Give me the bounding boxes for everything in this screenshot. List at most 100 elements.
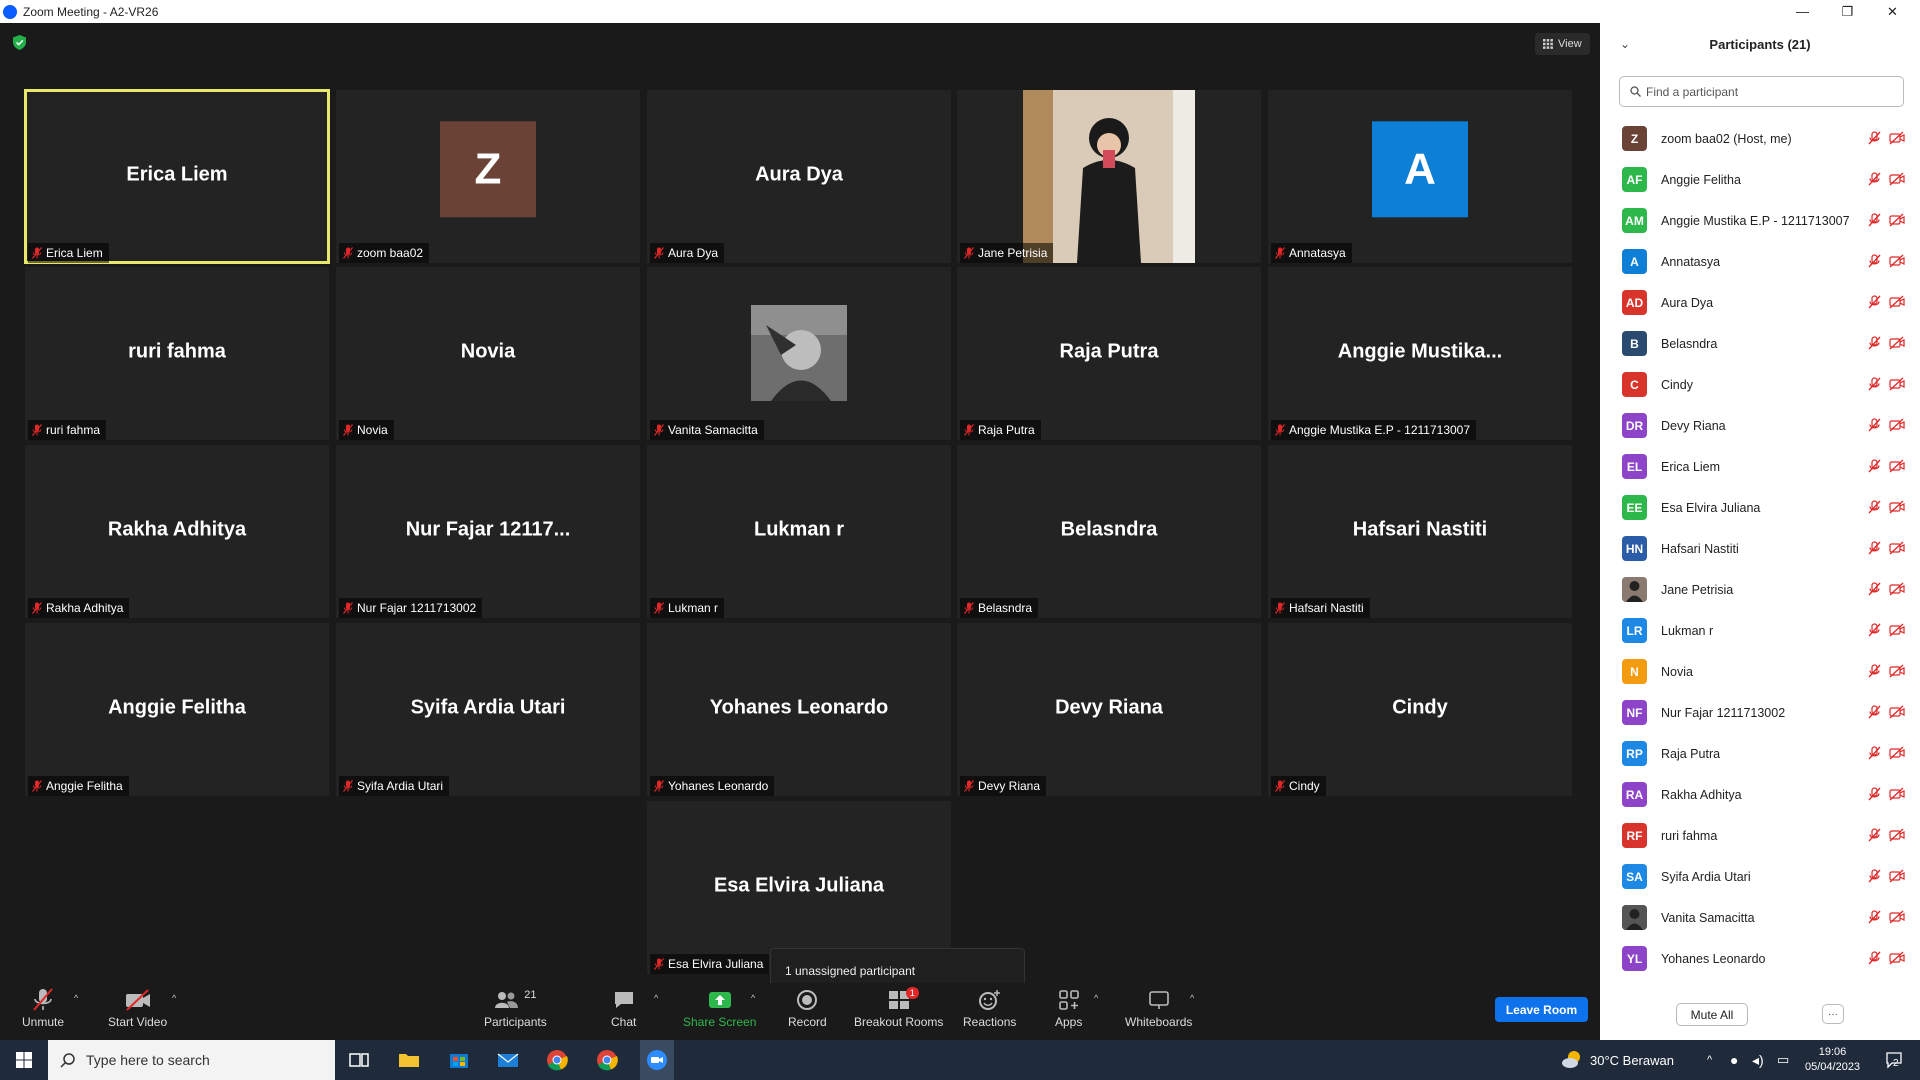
participants-button[interactable]: 21 Participants [484, 987, 547, 1029]
video-tile[interactable]: Anggie Felitha Anggie Felitha [25, 623, 329, 796]
mic-off-icon[interactable] [1868, 459, 1881, 473]
participant-row[interactable]: HN Hafsari Nastiti [1600, 528, 1920, 569]
video-tile[interactable]: Devy Riana Devy Riana [957, 623, 1261, 796]
whiteboards-button[interactable]: Whiteboards [1125, 987, 1192, 1029]
participant-row[interactable]: Zzoom baa02 (Host, me) [1600, 118, 1920, 159]
mic-off-icon[interactable] [1868, 828, 1881, 842]
taskbar-search-input[interactable]: Type here to search [48, 1040, 335, 1080]
mic-off-icon[interactable] [1868, 213, 1881, 227]
video-off-icon[interactable] [1889, 623, 1905, 637]
reactions-button[interactable]: Reactions [963, 987, 1016, 1029]
mic-off-icon[interactable] [1868, 295, 1881, 309]
video-tile[interactable]: Zzoom baa02 [336, 90, 640, 263]
mic-off-icon[interactable] [1868, 664, 1881, 678]
participant-row[interactable]: SA Syifa Ardia Utari [1600, 856, 1920, 897]
mic-off-icon[interactable] [1868, 254, 1881, 268]
video-off-icon[interactable] [1889, 541, 1905, 555]
mic-off-icon[interactable] [1868, 172, 1881, 186]
volume-icon[interactable]: ◂) [1752, 1040, 1764, 1080]
video-tile[interactable]: Erica Liem Erica Liem [24, 89, 330, 264]
participant-row[interactable]: RP Raja Putra [1600, 733, 1920, 774]
video-tile[interactable]: Hafsari Nastiti Hafsari Nastiti [1268, 445, 1572, 618]
store-icon[interactable] [445, 1046, 473, 1074]
participant-row[interactable]: AF Anggie Felitha [1600, 159, 1920, 200]
leave-room-button[interactable]: Leave Room [1495, 997, 1588, 1022]
video-tile[interactable]: Yohanes Leonardo Yohanes Leonardo [647, 623, 951, 796]
video-off-icon[interactable] [1889, 336, 1905, 350]
minimize-button[interactable]: — [1780, 0, 1825, 23]
video-off-icon[interactable] [1889, 664, 1905, 678]
mail-icon[interactable] [494, 1046, 522, 1074]
video-tile[interactable]: ruri fahma ruri fahma [25, 267, 329, 440]
start-video-button[interactable]: Start Video [108, 987, 167, 1029]
video-off-icon[interactable] [1889, 377, 1905, 391]
restore-button[interactable]: ❐ [1825, 0, 1870, 23]
mic-off-icon[interactable] [1868, 787, 1881, 801]
participant-row[interactable]: DR Devy Riana [1600, 405, 1920, 446]
mic-off-icon[interactable] [1868, 623, 1881, 637]
mic-off-icon[interactable] [1868, 869, 1881, 883]
more-options-button[interactable]: ··· [1822, 1004, 1844, 1024]
video-off-icon[interactable] [1889, 910, 1905, 924]
participant-row[interactable]: B Belasndra [1600, 323, 1920, 364]
network-icon[interactable]: ▭ [1777, 1040, 1789, 1080]
participant-row[interactable]: N Novia [1600, 651, 1920, 692]
mic-tray-icon[interactable]: ● [1730, 1040, 1738, 1080]
mic-off-icon[interactable] [1868, 582, 1881, 596]
participant-row[interactable]: NF Nur Fajar 1211713002 [1600, 692, 1920, 733]
apps-options-caret[interactable]: ^ [1094, 993, 1098, 1003]
video-off-icon[interactable] [1889, 131, 1905, 145]
video-off-icon[interactable] [1889, 254, 1905, 268]
shield-icon[interactable] [13, 35, 26, 50]
chrome-profile-icon[interactable] [593, 1046, 621, 1074]
mute-all-button[interactable]: Mute All [1676, 1003, 1748, 1026]
video-tile[interactable]: Raja Putra Raja Putra [957, 267, 1261, 440]
video-tile[interactable]: Jane Petrisia [957, 90, 1261, 263]
video-off-icon[interactable] [1889, 951, 1905, 965]
video-tile[interactable]: Syifa Ardia Utari Syifa Ardia Utari [336, 623, 640, 796]
tray-chevron-icon[interactable]: ^ [1707, 1040, 1712, 1080]
video-off-icon[interactable] [1889, 459, 1905, 473]
video-off-icon[interactable] [1889, 828, 1905, 842]
share-screen-button[interactable]: Share Screen [683, 987, 756, 1029]
video-tile[interactable]: Nur Fajar 12117... Nur Fajar 1211713002 [336, 445, 640, 618]
mic-off-icon[interactable] [1868, 336, 1881, 350]
participant-row[interactable]: EE Esa Elvira Juliana [1600, 487, 1920, 528]
video-tile[interactable]: Anggie Mustika... Anggie Mustika E.P - 12… [1268, 267, 1572, 440]
share-options-caret[interactable]: ^ [751, 993, 755, 1003]
video-off-icon[interactable] [1889, 213, 1905, 227]
video-tile[interactable]: A Annatasya [1268, 90, 1572, 263]
mic-off-icon[interactable] [1868, 705, 1881, 719]
notifications-button[interactable]: 2 [1885, 1040, 1902, 1080]
view-button[interactable]: View [1535, 33, 1590, 55]
mic-off-icon[interactable] [1868, 500, 1881, 514]
participant-row[interactable]: RF ruri fahma [1600, 815, 1920, 856]
whiteboard-options-caret[interactable]: ^ [1190, 993, 1194, 1003]
video-off-icon[interactable] [1889, 705, 1905, 719]
weather-icon[interactable] [1560, 1040, 1584, 1080]
breakout-rooms-button[interactable]: 1 Breakout Rooms [854, 987, 943, 1029]
video-off-icon[interactable] [1889, 787, 1905, 801]
mic-off-icon[interactable] [1868, 541, 1881, 555]
task-view-icon[interactable] [345, 1046, 373, 1074]
video-tile[interactable]: Aura Dya Aura Dya [647, 90, 951, 263]
video-off-icon[interactable] [1889, 172, 1905, 186]
record-button[interactable]: Record [788, 987, 827, 1029]
video-off-icon[interactable] [1889, 746, 1905, 760]
clock[interactable]: 19:06 05/04/2023 [1805, 1040, 1860, 1080]
audio-options-caret[interactable]: ^ [74, 993, 78, 1003]
participant-row[interactable]: EL Erica Liem [1600, 446, 1920, 487]
video-tile[interactable]: Novia Novia [336, 267, 640, 440]
mic-off-icon[interactable] [1868, 131, 1881, 145]
zoom-taskbar-item[interactable] [640, 1040, 674, 1080]
close-button[interactable]: ✕ [1870, 0, 1915, 23]
video-off-icon[interactable] [1889, 500, 1905, 514]
video-off-icon[interactable] [1889, 295, 1905, 309]
participant-row[interactable]: A Annatasya [1600, 241, 1920, 282]
video-off-icon[interactable] [1889, 869, 1905, 883]
participant-row[interactable]: AM Anggie Mustika E.P - 1211713007 [1600, 200, 1920, 241]
video-off-icon[interactable] [1889, 418, 1905, 432]
participant-row[interactable]: LR Lukman r [1600, 610, 1920, 651]
participant-row[interactable]: AD Aura Dya [1600, 282, 1920, 323]
weather-text[interactable]: 30°C Berawan [1590, 1040, 1674, 1080]
